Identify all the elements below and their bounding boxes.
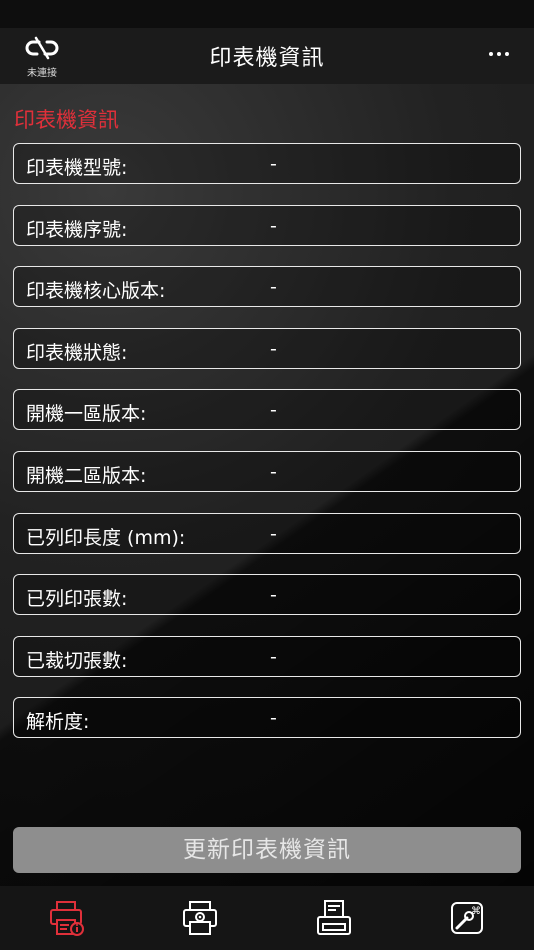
info-label: 已裁切張數:	[26, 649, 128, 672]
info-label: 印表機狀態:	[26, 341, 128, 364]
info-value: -	[270, 276, 277, 299]
more-dot-icon	[497, 52, 501, 56]
info-label: 解析度:	[26, 711, 90, 734]
tab-printer-info[interactable]	[0, 886, 134, 950]
update-printer-info-button[interactable]: 更新印表機資訊	[13, 827, 521, 873]
info-value: -	[270, 153, 277, 175]
info-value: -	[270, 214, 277, 237]
tab-tools[interactable]: ⌘	[401, 886, 534, 950]
info-label: 已列印長度 (mm):	[26, 526, 186, 549]
info-row-core-version: 印表機核心版本: -	[13, 266, 521, 308]
info-value: -	[270, 399, 277, 422]
more-dot-icon	[489, 52, 493, 56]
printer-info-icon	[49, 901, 84, 936]
tab-printer-settings[interactable]	[134, 886, 268, 950]
info-list: 印表機型號: - 印表機序號: - 印表機核心版本: - 印表機狀態: - 開機…	[13, 143, 521, 759]
info-label: 印表機序號:	[26, 218, 128, 241]
info-row-resolution: 解析度: -	[13, 697, 521, 739]
info-value: -	[270, 522, 277, 545]
nav-bar: 未連接 印表機資訊	[0, 28, 534, 84]
tab-bar: ⌘	[0, 886, 534, 950]
tab-printer-test[interactable]	[267, 886, 401, 950]
section-title: 印表機資訊	[14, 108, 119, 132]
info-label: 開機二區版本:	[26, 464, 147, 487]
info-row-cut-count: 已裁切張數: -	[13, 635, 521, 677]
info-value: -	[270, 337, 277, 360]
info-row-serial: 印表機序號: -	[13, 204, 521, 246]
info-label: 開機一區版本:	[26, 403, 147, 426]
printer-settings-icon	[183, 901, 218, 935]
info-row-status: 印表機狀態: -	[13, 327, 521, 369]
more-dot-icon	[505, 52, 509, 56]
printer-test-icon	[316, 900, 351, 935]
info-value: -	[270, 584, 277, 607]
status-bar	[0, 0, 534, 28]
info-value: -	[270, 460, 277, 483]
info-row-printed-count: 已列印張數: -	[13, 574, 521, 616]
more-options-button[interactable]	[484, 42, 514, 66]
tools-icon: ⌘	[451, 902, 484, 934]
info-row-boot1-version: 開機一區版本: -	[13, 389, 521, 431]
info-row-printed-length: 已列印長度 (mm): -	[13, 512, 521, 554]
info-label: 印表機型號:	[26, 157, 128, 179]
info-label: 印表機核心版本:	[26, 280, 166, 303]
info-value: -	[270, 707, 277, 730]
page-title: 印表機資訊	[209, 46, 325, 71]
info-label: 已列印張數:	[26, 588, 128, 611]
info-row-boot2-version: 開機二區版本: -	[13, 450, 521, 492]
info-value: -	[270, 645, 277, 668]
info-row-model: 印表機型號: -	[13, 143, 521, 184]
svg-text:⌘: ⌘	[471, 906, 481, 917]
